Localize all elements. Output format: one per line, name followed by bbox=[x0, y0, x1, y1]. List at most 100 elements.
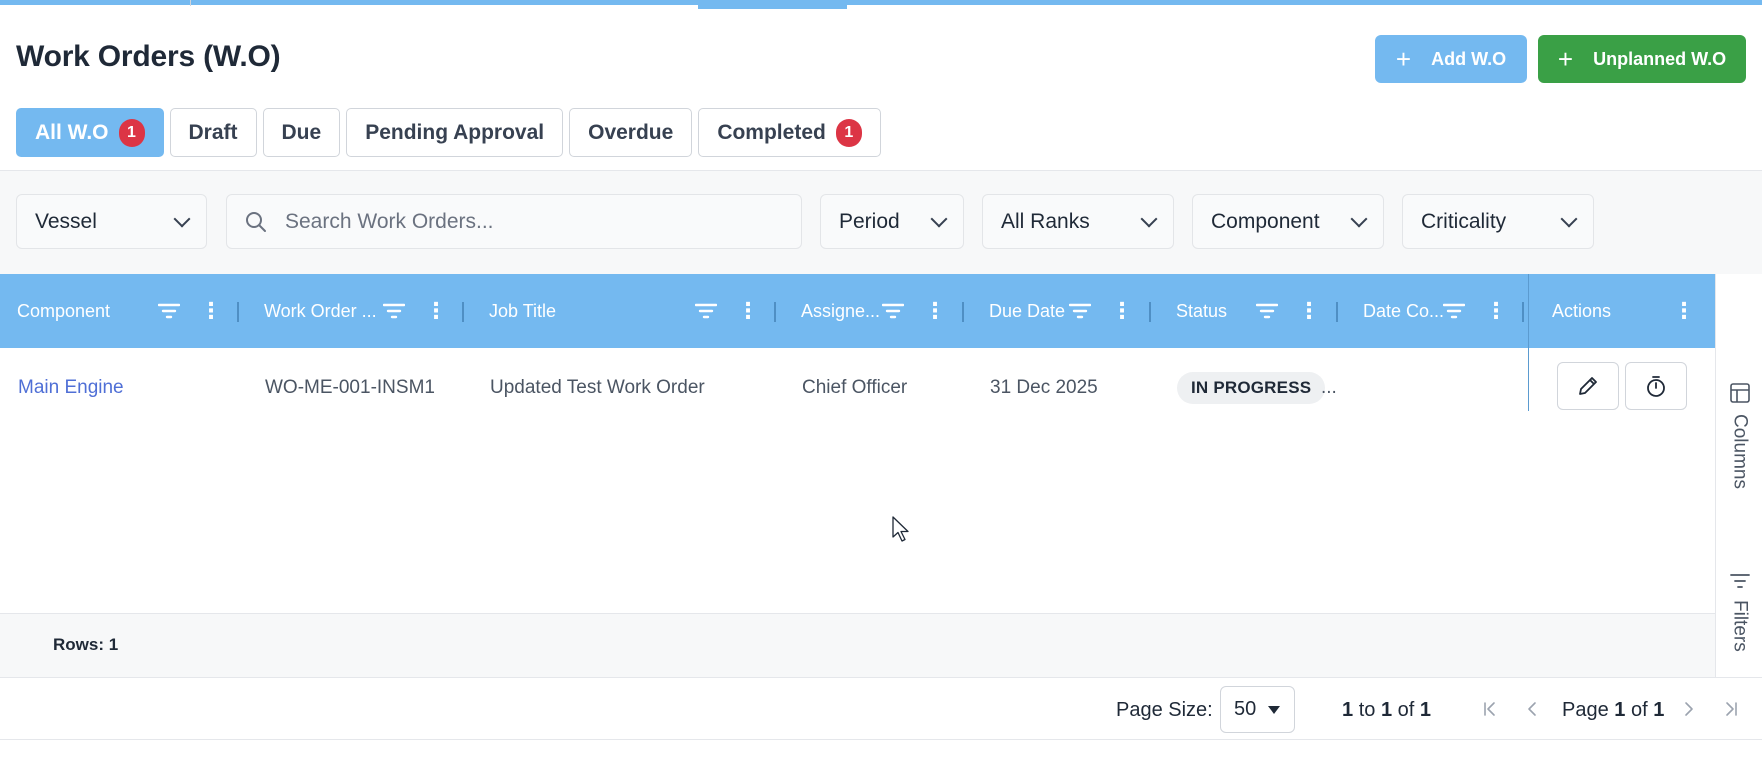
column-menu-icon[interactable]: ⋮ bbox=[1485, 300, 1507, 322]
status-badge: IN PROGRESS bbox=[1177, 372, 1326, 404]
ranks-dropdown[interactable]: All Ranks bbox=[982, 194, 1174, 249]
column-divider bbox=[962, 302, 964, 322]
column-header-assignee[interactable]: Assigne... ⋮ bbox=[785, 274, 963, 348]
column-label: Date Co... bbox=[1363, 300, 1445, 321]
filters-panel-label: Filters bbox=[1729, 600, 1751, 652]
strip-active-segment bbox=[698, 0, 847, 9]
previous-page-button[interactable] bbox=[1519, 696, 1545, 722]
pencil-icon bbox=[1579, 377, 1597, 395]
period-dropdown[interactable]: Period bbox=[820, 194, 964, 249]
tab-due[interactable]: Due bbox=[262, 108, 341, 157]
cell-job-title: Updated Test Work Order bbox=[490, 377, 705, 398]
columns-panel-tab[interactable]: Columns bbox=[1716, 382, 1762, 489]
column-label: Due Date bbox=[989, 300, 1066, 321]
top-progress-strip bbox=[0, 0, 1762, 9]
tab-label: Overdue bbox=[588, 120, 674, 144]
range-of-word: of bbox=[1397, 699, 1415, 721]
page-word: Page bbox=[1562, 699, 1609, 721]
column-label: Component bbox=[17, 300, 111, 321]
chevron-down-icon bbox=[1140, 210, 1158, 227]
filter-icon[interactable] bbox=[1069, 303, 1091, 319]
add-work-order-button[interactable]: + Add W.O bbox=[1375, 35, 1527, 83]
last-page-button[interactable] bbox=[1718, 696, 1744, 722]
criticality-dropdown[interactable]: Criticality bbox=[1402, 194, 1594, 249]
next-page-button[interactable] bbox=[1676, 696, 1702, 722]
chevron-right-icon bbox=[1685, 702, 1693, 716]
tab-completed[interactable]: Completed 1 bbox=[698, 108, 881, 157]
cell-component-link[interactable]: Main Engine bbox=[18, 348, 124, 428]
column-menu-icon[interactable]: ⋮ bbox=[1673, 300, 1695, 322]
column-header-component[interactable]: Component ⋮ bbox=[0, 274, 238, 348]
mouse-cursor-icon bbox=[892, 516, 909, 542]
filter-icon[interactable] bbox=[383, 303, 405, 319]
cell-due-date: 31 Dec 2025 bbox=[990, 377, 1098, 398]
columns-panel-label: Columns bbox=[1729, 414, 1751, 489]
page-total: 1 bbox=[1653, 699, 1665, 721]
cell-work-order: WO-ME-001-INSM1 bbox=[265, 377, 435, 398]
search-box bbox=[226, 194, 802, 249]
pagination-bar: Page Size: 50 1 to 1 of 1 Page 1 of 1 bbox=[0, 677, 1762, 740]
filter-icon[interactable] bbox=[1256, 303, 1278, 319]
column-header-due-date[interactable]: Due Date ⋮ bbox=[972, 274, 1150, 348]
component-dropdown[interactable]: Component bbox=[1192, 194, 1384, 249]
column-header-actions[interactable]: Actions ⋮ bbox=[1529, 274, 1715, 348]
chevron-down-icon bbox=[930, 210, 948, 227]
column-menu-icon[interactable]: ⋮ bbox=[1111, 300, 1133, 322]
chevron-down-icon bbox=[1350, 210, 1368, 227]
filter-bar: Vessel Period All Ranks Component Critic… bbox=[0, 170, 1762, 274]
table-row[interactable]: Main Engine WO-ME-001-INSM1 Updated Test… bbox=[0, 348, 1715, 428]
tab-draft[interactable]: Draft bbox=[169, 108, 257, 157]
column-menu-icon[interactable]: ⋮ bbox=[425, 300, 447, 322]
page-indicator: Page 1 of 1 bbox=[1562, 699, 1664, 722]
page-size-label: Page Size: bbox=[1116, 699, 1213, 721]
tab-pending-approval[interactable]: Pending Approval bbox=[346, 108, 564, 157]
filter-icon[interactable] bbox=[1443, 303, 1465, 319]
timer-button[interactable] bbox=[1625, 362, 1687, 410]
column-header-work-order[interactable]: Work Order ... ⋮ bbox=[248, 274, 463, 348]
tab-all-wo[interactable]: All W.O 1 bbox=[16, 108, 164, 157]
chevron-down-icon bbox=[1560, 210, 1578, 227]
column-divider bbox=[1522, 302, 1524, 322]
column-divider bbox=[1149, 302, 1151, 322]
column-divider bbox=[774, 302, 776, 322]
tab-overdue[interactable]: Overdue bbox=[569, 108, 693, 157]
column-label: Work Order ... bbox=[264, 300, 377, 321]
first-page-icon bbox=[1484, 702, 1495, 716]
column-label: Assigne... bbox=[801, 300, 881, 321]
cell-date-completed: ... bbox=[1321, 377, 1337, 398]
status-tabs: All W.O 1 Draft Due Pending Approval Ove… bbox=[16, 108, 881, 157]
period-dropdown-label: Period bbox=[839, 209, 900, 233]
last-page-icon bbox=[1726, 702, 1737, 716]
column-label: Status bbox=[1176, 300, 1228, 321]
first-page-button[interactable] bbox=[1477, 696, 1503, 722]
column-header-status[interactable]: Status ⋮ bbox=[1159, 274, 1337, 348]
unplanned-work-order-button[interactable]: + Unplanned W.O bbox=[1538, 35, 1746, 83]
filter-icon[interactable] bbox=[158, 303, 180, 319]
component-dropdown-label: Component bbox=[1211, 209, 1320, 233]
strip-segment bbox=[0, 0, 190, 5]
plus-icon: + bbox=[1557, 44, 1574, 74]
column-header-date-completed[interactable]: Date Co... ⋮ bbox=[1346, 274, 1524, 348]
column-divider bbox=[1336, 302, 1338, 322]
filter-lines-icon bbox=[1729, 574, 1750, 588]
caret-down-icon bbox=[1268, 706, 1280, 714]
page-size-select[interactable]: 50 bbox=[1220, 686, 1295, 733]
range-total: 1 bbox=[1419, 699, 1431, 721]
column-menu-icon[interactable]: ⋮ bbox=[1298, 300, 1320, 322]
strip-segment bbox=[191, 0, 698, 5]
column-menu-icon[interactable]: ⋮ bbox=[200, 300, 222, 322]
column-header-job-title[interactable]: Job Title ⋮ bbox=[473, 274, 775, 348]
vessel-dropdown[interactable]: Vessel bbox=[16, 194, 207, 249]
column-menu-icon[interactable]: ⋮ bbox=[737, 300, 759, 322]
search-input[interactable] bbox=[285, 209, 785, 234]
edit-button[interactable] bbox=[1557, 362, 1619, 410]
cell-assignee: Chief Officer bbox=[802, 377, 908, 398]
strip-segment bbox=[847, 0, 1762, 5]
filters-panel-tab[interactable]: Filters bbox=[1716, 572, 1762, 652]
vessel-dropdown-label: Vessel bbox=[35, 209, 97, 233]
filter-icon[interactable] bbox=[882, 303, 904, 319]
column-menu-icon[interactable]: ⋮ bbox=[924, 300, 946, 322]
column-label: Job Title bbox=[489, 300, 557, 321]
filter-icon[interactable] bbox=[695, 303, 717, 319]
tab-label: All W.O bbox=[35, 120, 109, 144]
